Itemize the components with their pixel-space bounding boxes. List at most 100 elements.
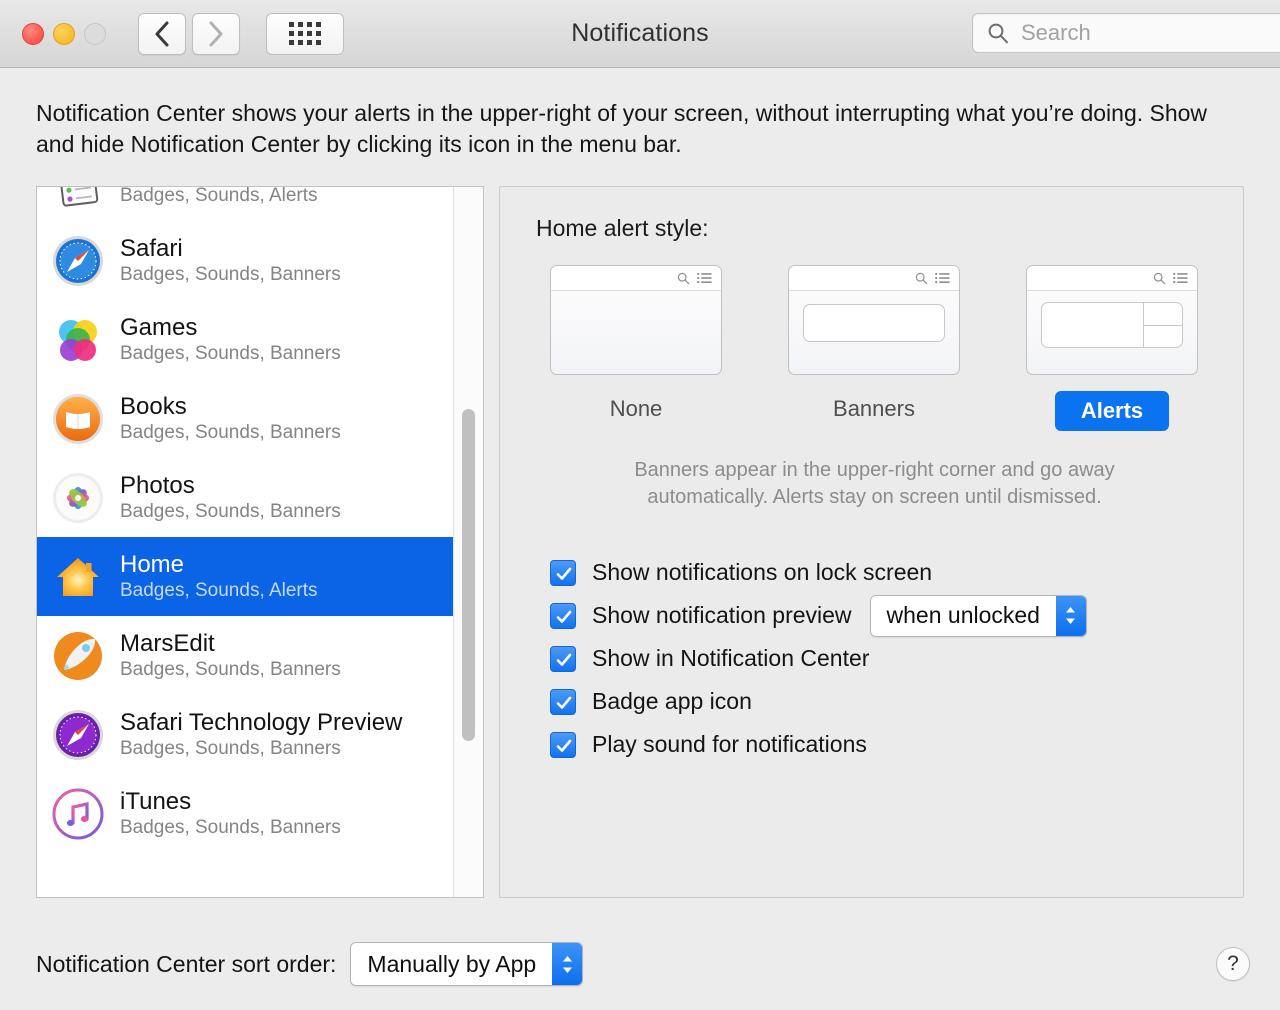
list-item-text: MarsEdit Badges, Sounds, Banners bbox=[120, 629, 341, 680]
sort-order-label: Notification Center sort order: bbox=[36, 950, 337, 977]
scrollbar-thumb[interactable] bbox=[462, 409, 475, 741]
app-sub: Badges, Sounds, Banners bbox=[120, 658, 341, 680]
app-sub: Badges, Sounds, Banners bbox=[120, 263, 341, 285]
preview-banners bbox=[788, 265, 960, 375]
list-item[interactable]: Reminders Badges, Sounds, Alerts bbox=[37, 186, 483, 221]
option-label: Show notification preview bbox=[592, 602, 852, 628]
app-list-scrollbar[interactable] bbox=[453, 187, 483, 897]
app-sub: Badges, Sounds, Alerts bbox=[120, 186, 318, 206]
app-sub: Badges, Sounds, Banners bbox=[120, 342, 341, 364]
list-item[interactable]: Safari Badges, Sounds, Banners bbox=[37, 221, 483, 300]
preview-menubar bbox=[1027, 266, 1197, 291]
show-all-button[interactable] bbox=[266, 12, 344, 55]
alert-style-none[interactable]: None bbox=[550, 265, 722, 431]
list-item-text: Books Badges, Sounds, Banners bbox=[120, 392, 341, 443]
option-label: Show notifications on lock screen bbox=[592, 559, 933, 585]
list-item[interactable]: Safari Technology Preview Badges, Sounds… bbox=[37, 695, 483, 774]
forward-button[interactable] bbox=[192, 12, 240, 55]
option-notification-center[interactable]: Show in Notification Center bbox=[550, 637, 1213, 680]
list-item-text: Photos Badges, Sounds, Banners bbox=[120, 471, 341, 522]
app-name: iTunes bbox=[120, 787, 192, 815]
notification-options: Show notifications on lock screen Show n… bbox=[536, 551, 1213, 766]
preview-banner-shape bbox=[803, 304, 945, 342]
search-input[interactable] bbox=[1019, 19, 1280, 47]
list-item-text: Safari Badges, Sounds, Banners bbox=[120, 235, 341, 285]
list-item-text: iTunes Badges, Sounds, Banners bbox=[120, 787, 341, 838]
itunes-icon bbox=[51, 787, 105, 841]
preview-visibility-value: when unlocked bbox=[870, 595, 1056, 636]
list-item[interactable]: MarsEdit Badges, Sounds, Banners bbox=[37, 616, 483, 695]
preview-menubar bbox=[551, 266, 721, 291]
search-icon bbox=[1153, 272, 1166, 284]
app-list-scroller: Reminders Badges, Sounds, Alerts bbox=[37, 186, 483, 853]
games-icon bbox=[51, 313, 105, 367]
list-icon bbox=[697, 272, 712, 284]
option-label: Badge app icon bbox=[592, 688, 752, 714]
list-item[interactable]: Books Badges, Sounds, Banners bbox=[37, 379, 483, 458]
preview-alert-shape bbox=[1041, 302, 1183, 348]
list-item-home[interactable]: Home Badges, Sounds, Alerts bbox=[37, 537, 483, 616]
option-lock-screen[interactable]: Show notifications on lock screen bbox=[550, 551, 1213, 594]
option-label: Play sound for notifications bbox=[592, 731, 867, 757]
alert-style-banners-label: Banners bbox=[833, 396, 915, 421]
list-icon bbox=[1173, 272, 1188, 284]
list-item[interactable]: Photos Badges, Sounds, Banners bbox=[37, 458, 483, 537]
alert-style-alerts-label: Alerts bbox=[1054, 391, 1170, 431]
zoom-button[interactable] bbox=[84, 22, 106, 45]
preview-alerts bbox=[1026, 265, 1198, 375]
app-sub: Badges, Sounds, Banners bbox=[120, 737, 341, 759]
option-badge-app-icon[interactable]: Badge app icon bbox=[550, 680, 1213, 723]
app-name: Photos bbox=[120, 471, 195, 499]
option-label: Show in Notification Center bbox=[592, 645, 870, 671]
app-name: Books bbox=[120, 392, 187, 420]
photos-icon bbox=[51, 471, 105, 525]
search-icon bbox=[677, 272, 690, 284]
list-icon bbox=[935, 272, 950, 284]
option-notification-preview[interactable]: Show notification preview when unlocked bbox=[550, 594, 1213, 637]
search-icon bbox=[988, 23, 1008, 44]
stepper-arrows-icon[interactable] bbox=[552, 943, 583, 985]
navigation-buttons bbox=[138, 12, 240, 55]
alert-style-banners[interactable]: Banners bbox=[788, 265, 960, 431]
help-button[interactable]: ? bbox=[1216, 947, 1250, 981]
close-button[interactable] bbox=[22, 22, 44, 45]
search-icon bbox=[915, 272, 928, 284]
alert-style-label: Home alert style: bbox=[536, 215, 709, 241]
checkbox-checked-icon[interactable] bbox=[550, 602, 576, 629]
minimize-button[interactable] bbox=[53, 22, 75, 45]
safari-technology-preview-icon bbox=[51, 708, 105, 762]
checkbox-checked-icon[interactable] bbox=[550, 645, 576, 672]
app-sub: Badges, Sounds, Banners bbox=[120, 816, 341, 838]
chevron-left-icon bbox=[155, 21, 169, 46]
list-item-text: Reminders Badges, Sounds, Alerts bbox=[120, 186, 318, 206]
app-sub: Badges, Sounds, Banners bbox=[120, 500, 341, 522]
list-item[interactable]: Games Badges, Sounds, Banners bbox=[37, 300, 483, 379]
checkbox-checked-icon[interactable] bbox=[550, 731, 576, 758]
preview-visibility-popup[interactable]: when unlocked bbox=[869, 594, 1087, 637]
app-list[interactable]: Reminders Badges, Sounds, Alerts bbox=[36, 186, 484, 898]
app-sub: Badges, Sounds, Banners bbox=[120, 421, 341, 443]
alert-style-alerts[interactable]: Alerts bbox=[1026, 265, 1198, 431]
app-sub: Badges, Sounds, Alerts bbox=[120, 579, 318, 601]
preview-menubar bbox=[789, 266, 959, 291]
option-play-sound[interactable]: Play sound for notifications bbox=[550, 723, 1213, 766]
list-item[interactable]: iTunes Badges, Sounds, Banners bbox=[37, 774, 483, 853]
intro-description: Notification Center shows your alerts in… bbox=[36, 100, 1208, 157]
search-field[interactable] bbox=[972, 13, 1280, 53]
stepper-arrows-icon[interactable] bbox=[1055, 595, 1086, 636]
list-item-text: Games Badges, Sounds, Banners bbox=[120, 313, 341, 364]
main-content: Reminders Badges, Sounds, Alerts bbox=[36, 186, 1244, 898]
app-name: Games bbox=[120, 313, 198, 341]
alert-style-none-label: None bbox=[609, 396, 663, 421]
back-button[interactable] bbox=[138, 12, 186, 55]
books-icon bbox=[51, 392, 105, 446]
safari-icon bbox=[51, 234, 105, 288]
app-name: MarsEdit bbox=[120, 629, 215, 657]
checkbox-checked-icon[interactable] bbox=[550, 559, 576, 586]
sort-order-popup[interactable]: Manually by App bbox=[350, 942, 584, 986]
alert-style-help-text: Banners appear in the upper-right corner… bbox=[634, 459, 1115, 508]
app-name: Home bbox=[120, 550, 185, 578]
list-item-text: Home Badges, Sounds, Alerts bbox=[120, 550, 318, 601]
footer-bar: Notification Center sort order: Manually… bbox=[0, 918, 1280, 1010]
checkbox-checked-icon[interactable] bbox=[550, 688, 576, 715]
